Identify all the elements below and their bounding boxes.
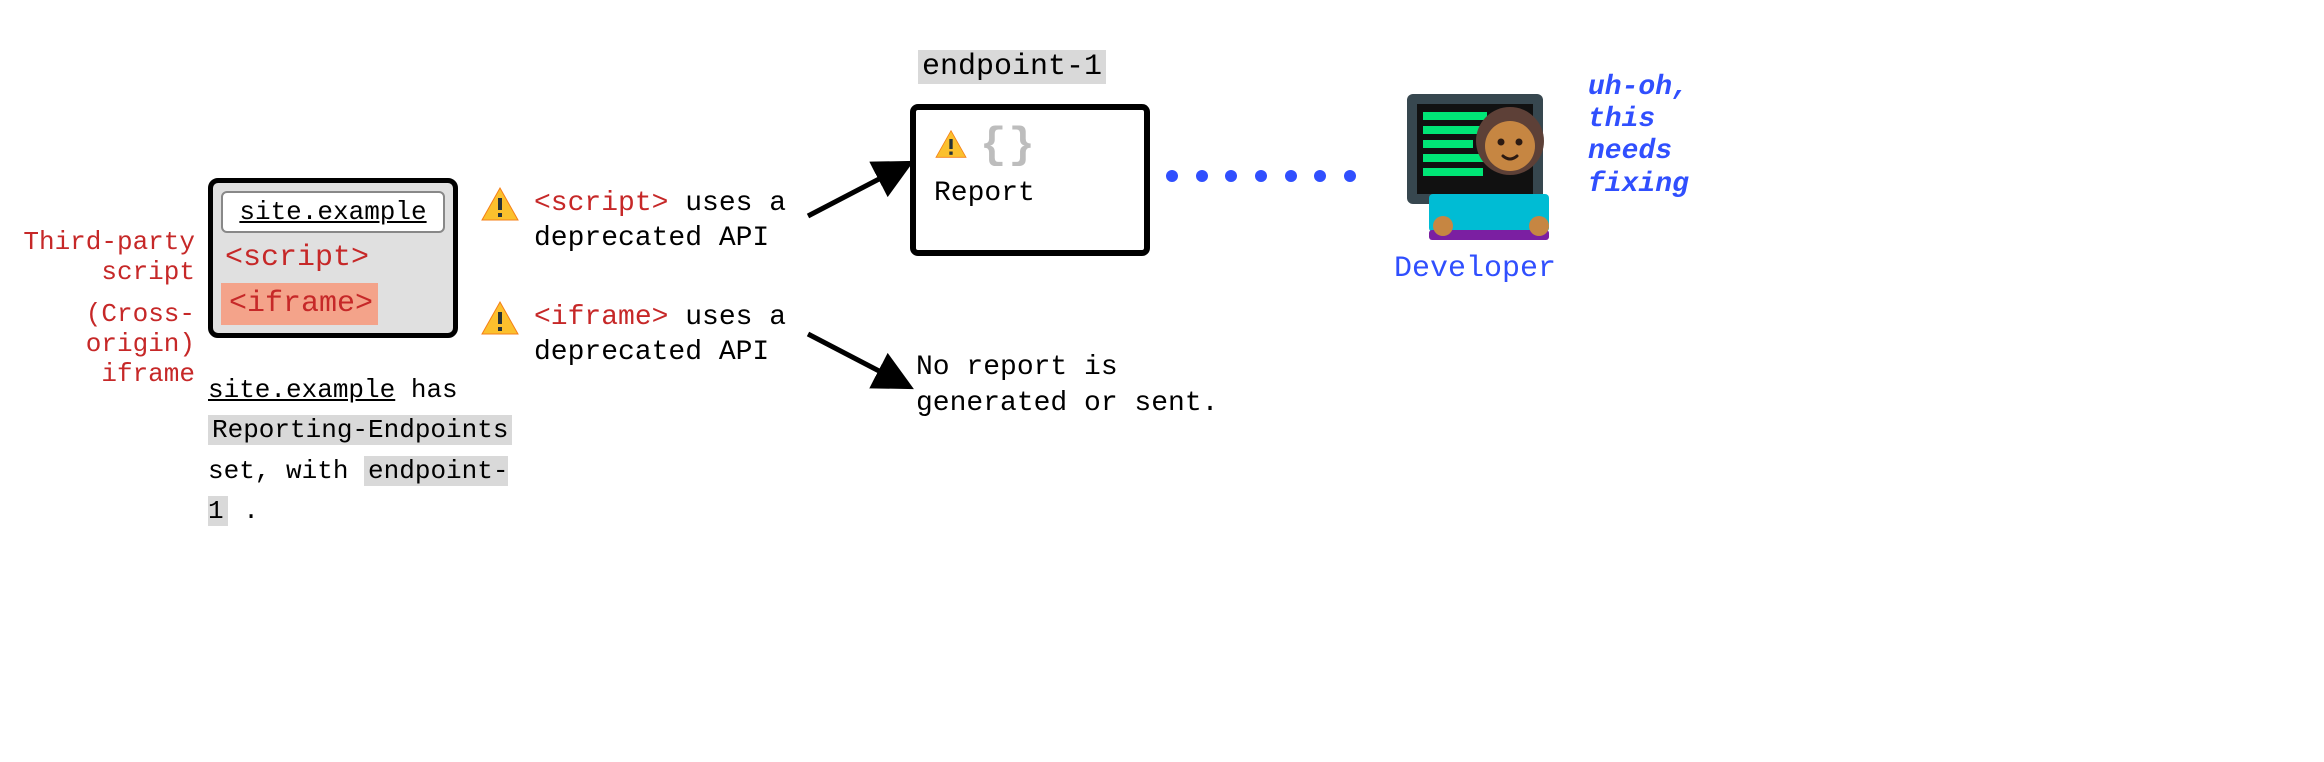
warning-icon <box>480 186 520 256</box>
report-label: Report <box>934 178 1126 209</box>
warning-tag: <iframe> <box>534 302 668 333</box>
diagram-stage: Third-party script (Cross-origin) iframe… <box>0 0 2324 762</box>
developer-avatar-icon <box>1385 76 1565 246</box>
address-url: site.example <box>239 197 426 227</box>
warning-icon <box>934 129 968 164</box>
dotted-connector <box>1166 170 1356 182</box>
developer-label: Developer <box>1370 252 1580 286</box>
warning-iframe: <iframe> uses a deprecated API <box>480 300 880 370</box>
warning-tag: <script> <box>534 188 668 219</box>
warning-script: <script> uses a deprecated API <box>480 186 880 256</box>
developer: Developer <box>1370 76 1580 286</box>
no-report-text: No report is generated or sent. <box>916 350 1236 423</box>
caption-setwith: set, with <box>208 456 364 486</box>
endpoint-box: {} Report <box>910 104 1150 256</box>
developer-exclaim: uh-oh, this needs fixing <box>1588 72 1748 201</box>
annot-text: (Cross-origin) iframe <box>86 299 195 389</box>
annot-text: Third-party script <box>23 227 195 287</box>
endpoint-name: endpoint-1 <box>918 50 1106 84</box>
site-caption: site.example has Reporting-Endpoints set… <box>208 370 518 531</box>
endpoint-inner: {} <box>934 124 1126 168</box>
warning-icon <box>480 300 520 370</box>
browser-window: site.example <script> <iframe> <box>208 178 458 338</box>
annot-third-party-script: Third-party script <box>0 228 195 288</box>
warning-text: <script> uses a deprecated API <box>534 186 880 256</box>
caption-header: Reporting-Endpoints <box>208 415 512 445</box>
curly-braces-icon: {} <box>980 124 1037 168</box>
annot-cross-origin-iframe: (Cross-origin) iframe <box>0 300 195 390</box>
caption-period: . <box>228 496 259 526</box>
warning-text: <iframe> uses a deprecated API <box>534 300 880 370</box>
page-iframe-row: <iframe> <box>221 283 378 325</box>
browser-frame: site.example <script> <iframe> <box>208 178 458 338</box>
caption-url: site.example <box>208 375 395 405</box>
address-bar: site.example <box>221 191 445 233</box>
endpoint-label: endpoint-1 <box>918 50 1106 84</box>
caption-has: has <box>395 375 457 405</box>
page-script-row: <script> <box>221 241 445 275</box>
